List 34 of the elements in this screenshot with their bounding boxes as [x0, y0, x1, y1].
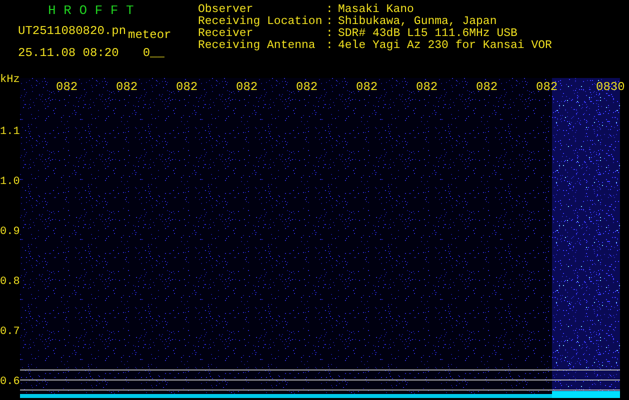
- info-value: 4ele Yagi Az 230 for Kansai VOR: [338, 40, 552, 52]
- time-label: 082: [236, 80, 258, 94]
- file-name: UT2511080820.pn: [18, 24, 126, 38]
- time-label: 082: [116, 80, 138, 94]
- axis-unit: kHz: [0, 74, 20, 86]
- info-label: Receiving Location: [198, 16, 324, 28]
- axis-tick-label: 0.9: [0, 225, 20, 239]
- info-separator: :: [326, 40, 334, 52]
- time-label: 082: [536, 80, 558, 94]
- axis-tick-label: 1.1: [0, 125, 20, 139]
- detection-count: 0__: [142, 46, 164, 60]
- axis-tick-label: 0.8: [0, 275, 20, 289]
- time-label: 082: [416, 80, 438, 94]
- info-label: Receiving Antenna: [198, 40, 316, 52]
- timestamp: 25.11.08 08:20: [18, 46, 119, 60]
- info-separator: :: [326, 16, 334, 28]
- info-value: SDR# 43dB L15 111.6MHz USB: [338, 28, 518, 40]
- axis-tick-label: 1.0: [0, 175, 20, 189]
- axis-tick-label: 0.6: [0, 375, 20, 389]
- info-value: Masaki Kano: [338, 4, 414, 16]
- time-label: 0830: [596, 80, 624, 94]
- time-label: 082: [356, 80, 378, 94]
- app-title: H R O F F T: [47, 2, 135, 18]
- axis-tick-label: 0.7: [0, 325, 20, 339]
- info-label: Observer: [198, 4, 254, 16]
- time-label: 082: [176, 80, 198, 94]
- time-label: 082: [56, 80, 78, 94]
- info-separator: :: [326, 4, 334, 16]
- time-label: 082: [476, 80, 498, 94]
- detection-tag: meteor: [128, 28, 172, 42]
- info-label: Receiver: [198, 28, 254, 40]
- info-value: Shibukawa, Gunma, Japan: [338, 16, 497, 28]
- time-label: 082: [296, 80, 318, 94]
- info-separator: :: [326, 28, 334, 40]
